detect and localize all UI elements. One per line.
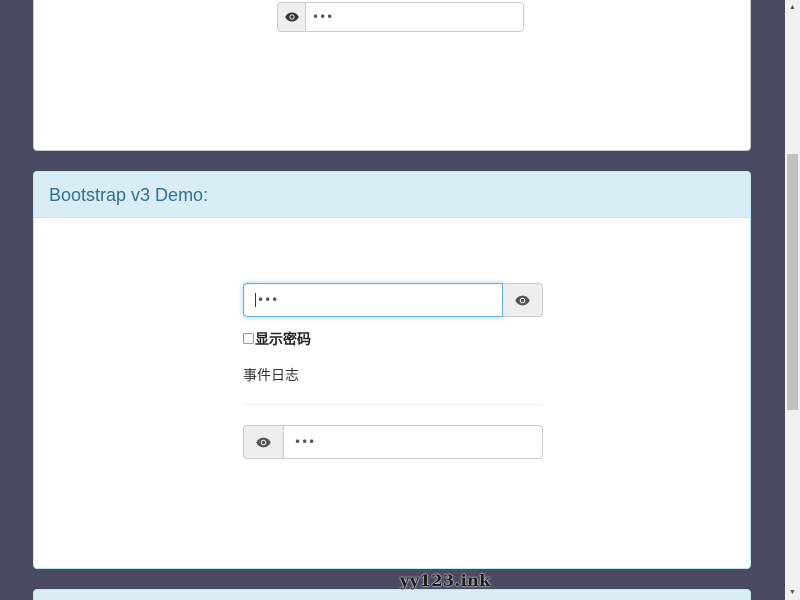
show-password-checkbox-row[interactable]: 显示密码: [243, 329, 311, 349]
toggle-visibility-button-top[interactable]: [277, 2, 305, 32]
toggle-visibility-button-bottom[interactable]: [243, 425, 283, 459]
password-input-group-top: •••: [277, 2, 524, 32]
vertical-scrollbar[interactable]: ▲ ▼: [785, 0, 800, 600]
toggle-visibility-button-main[interactable]: [503, 283, 543, 317]
scroll-up-arrow-icon[interactable]: ▲: [785, 0, 800, 15]
panel-bootstrap-demo: Bootstrap v3 Demo:: [33, 171, 751, 569]
panel-bottom: [33, 589, 751, 600]
eye-icon: [256, 437, 271, 447]
password-value-main: •••: [257, 293, 279, 307]
password-input-group-bottom: •••: [243, 425, 543, 459]
event-log-label: 事件日志: [243, 367, 299, 383]
password-value-top: •••: [312, 10, 334, 24]
password-field-top[interactable]: •••: [305, 2, 524, 32]
password-field-bottom[interactable]: •••: [283, 425, 543, 459]
eye-icon: [515, 295, 530, 305]
show-password-checkbox[interactable]: [243, 332, 254, 344]
scrollbar-thumb[interactable]: [787, 154, 798, 410]
show-password-label: 显示密码: [255, 331, 311, 347]
password-value-bottom: •••: [294, 435, 316, 449]
divider: [243, 404, 543, 405]
panel-title: Bootstrap v3 Demo:: [49, 185, 209, 205]
scroll-down-arrow-icon[interactable]: ▼: [785, 585, 800, 600]
watermark: yy123.ink: [400, 571, 491, 590]
password-input-group-main: •••: [243, 283, 543, 317]
password-field-main[interactable]: •••: [243, 283, 503, 317]
eye-icon: [284, 12, 299, 22]
text-caret: [255, 293, 256, 307]
panel-top: •••: [33, 0, 751, 151]
page-viewport: ••• Bootstrap v3 Demo: ••• 显示密码 事件日志 •••…: [0, 0, 800, 600]
panel-heading: Bootstrap v3 Demo:: [34, 172, 750, 218]
